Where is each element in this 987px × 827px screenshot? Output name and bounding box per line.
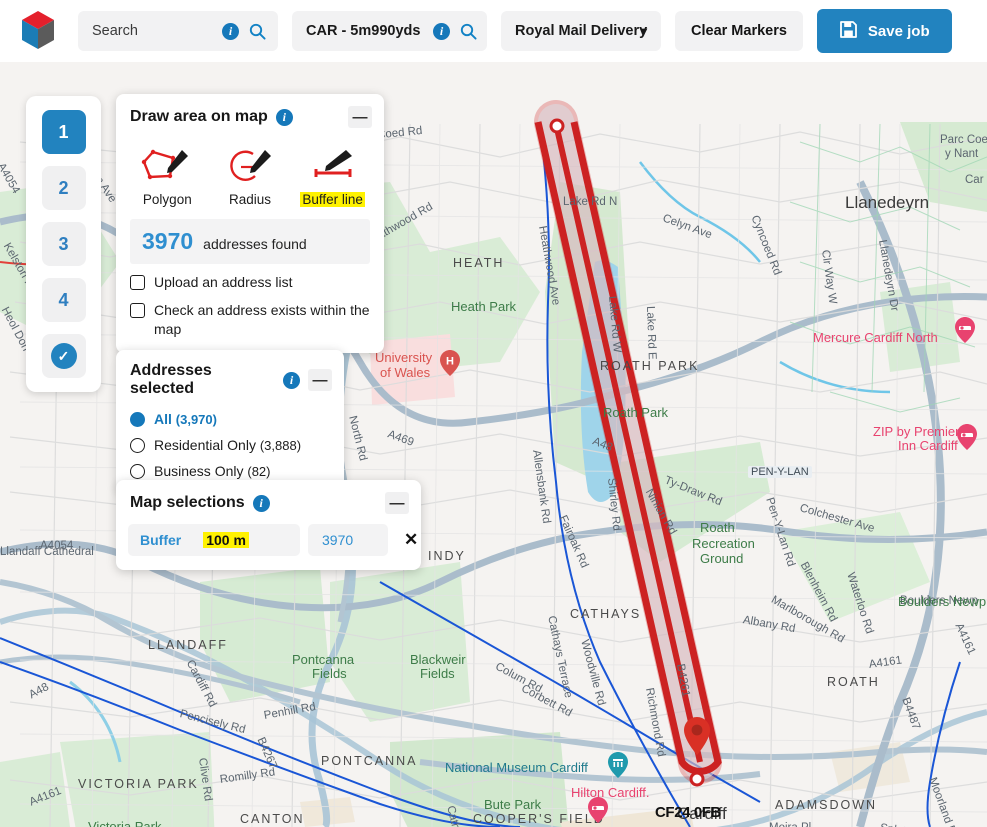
radio-all-text: All: [154, 411, 172, 427]
search-icon[interactable]: [249, 23, 266, 40]
tool-polygon[interactable]: Polygon: [130, 146, 204, 207]
step-button-4[interactable]: 4: [41, 278, 86, 322]
car-search-field-group[interactable]: CAR - 5m990yds i: [292, 11, 487, 51]
addresses-found-label: addresses found: [203, 236, 307, 252]
draw-area-panel: Draw area on map i — Polygon Radius Buff…: [116, 94, 384, 353]
map-selections-panel: Map selections i — Buffer 100 m 3970 ✕: [116, 480, 421, 570]
tool-radius-label: Radius: [228, 192, 271, 207]
checkbox-check-address-exists[interactable]: [130, 302, 145, 318]
step-button-2[interactable]: 2: [41, 166, 86, 210]
app-logo[interactable]: [12, 7, 64, 55]
draw-panel-title: Draw area on map: [130, 108, 268, 125]
info-icon[interactable]: i: [222, 22, 239, 40]
checkbox-upload-label: Upload an address list: [154, 274, 293, 290]
selections-panel-header: Map selections i —: [116, 480, 421, 522]
close-x-icon[interactable]: ✕: [398, 529, 424, 551]
step-button-3[interactable]: 3: [41, 222, 86, 266]
app-root: Ty-Wern RdMaes-Y-Coed RdNorthern AveHeat…: [0, 0, 987, 827]
addresses-panel-title: Addresses selected: [130, 362, 212, 397]
info-icon[interactable]: i: [275, 108, 293, 126]
search-input[interactable]: Search: [92, 23, 222, 39]
step-button-1[interactable]: 1: [41, 110, 86, 154]
radio-residential-only[interactable]: [130, 437, 145, 453]
checkbox-row-check-exists[interactable]: Check an address exists within the map: [116, 292, 384, 353]
draw-panel-header: Draw area on map i —: [116, 94, 384, 136]
radio-business-text: Business Only: [154, 463, 244, 479]
radio-business-label: Business Only (82): [154, 463, 271, 479]
info-icon[interactable]: i: [433, 22, 450, 40]
radio-residential-count: (3,888): [259, 438, 302, 453]
car-search-input[interactable]: CAR - 5m990yds: [306, 23, 433, 39]
radio-business-only[interactable]: [130, 463, 145, 479]
radio-row-all[interactable]: All (3,970): [116, 406, 344, 432]
radio-all-count: (3,970): [175, 412, 217, 427]
selections-panel-title: Map selections: [130, 494, 245, 511]
checkbox-check-exists-label: Check an address exists within the map: [154, 301, 370, 337]
info-icon[interactable]: i: [283, 371, 300, 389]
selection-row: Buffer 100 m 3970 ✕: [128, 524, 418, 556]
info-icon[interactable]: i: [252, 494, 270, 512]
radio-business-count: (82): [247, 464, 271, 479]
minimize-button[interactable]: —: [385, 492, 409, 514]
minimize-button[interactable]: —: [348, 106, 372, 128]
delivery-select[interactable]: Royal Mail Delivery: [501, 11, 661, 51]
tool-buffer-line-label: Buffer line: [300, 192, 365, 207]
selection-type-label: Buffer: [140, 532, 182, 548]
polygon-pencil-icon: [142, 149, 189, 180]
step-navigation: 1 2 3 4 ✓: [26, 96, 101, 392]
checkbox-upload-address-list[interactable]: [130, 275, 145, 290]
clear-markers-button[interactable]: Clear Markers: [675, 11, 803, 51]
minimize-button[interactable]: —: [308, 369, 332, 391]
radio-all[interactable]: [130, 411, 145, 427]
cube-logo-icon: [22, 11, 54, 49]
radio-row-residential[interactable]: Residential Only (3,888): [116, 432, 344, 458]
buffer-end-handle: [689, 771, 705, 787]
buffer-start-handle: [549, 118, 565, 134]
delivery-select-wrap[interactable]: Royal Mail Delivery ▾: [487, 11, 661, 51]
search-icon[interactable]: [460, 23, 477, 40]
selection-chip[interactable]: Buffer 100 m: [128, 524, 300, 556]
draw-tools-row: Polygon Radius Buffer line: [116, 136, 384, 213]
app-header: Search i CAR - 5m990yds i Royal Mail Del…: [0, 0, 987, 62]
radio-all-label: All (3,970): [154, 411, 217, 427]
checkbox-row-upload[interactable]: Upload an address list: [116, 264, 384, 292]
selection-count: 3970: [308, 524, 388, 556]
radio-residential-text: Residential Only: [154, 437, 256, 453]
tool-buffer-line[interactable]: Buffer line: [296, 146, 370, 207]
search-field-group[interactable]: Search i: [78, 11, 278, 51]
buffer-line-pencil-icon: [314, 150, 352, 177]
addresses-panel-header: Addresses selected i —: [116, 350, 344, 406]
addresses-selected-panel: Addresses selected i — All (3,970) Resid…: [116, 350, 344, 493]
save-job-label: Save job: [867, 22, 930, 40]
addresses-found-bar: 3970 addresses found: [130, 219, 370, 264]
tool-polygon-label: Polygon: [142, 192, 192, 207]
radius-pencil-icon: [230, 150, 271, 181]
tool-radius[interactable]: Radius: [213, 146, 287, 207]
save-floppy-icon: [839, 20, 858, 43]
step-button-confirm[interactable]: ✓: [41, 334, 86, 378]
check-circle-icon: ✓: [50, 343, 77, 369]
radio-residential-label: Residential Only (3,888): [154, 437, 301, 453]
selection-buffer-value[interactable]: 100 m: [203, 532, 249, 548]
save-job-button[interactable]: Save job: [816, 9, 952, 53]
addresses-found-count: 3970: [142, 228, 194, 254]
